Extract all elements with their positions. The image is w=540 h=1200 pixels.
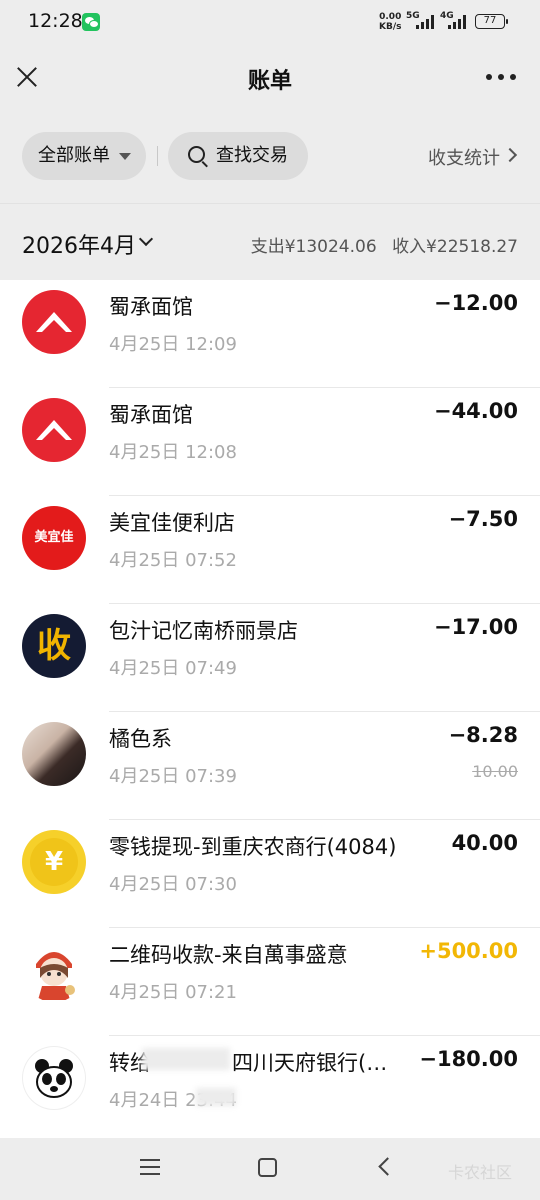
- merchant-name: 四川天府银行(…: [232, 1051, 388, 1075]
- transaction-row[interactable]: ¥ 零钱提现-到重庆农商行(4084) 4月25日 07:30 40.00: [0, 820, 540, 928]
- transaction-time: 4月25日 07:52: [109, 550, 237, 571]
- watermark: 卡农社区: [448, 1163, 513, 1182]
- more-options-icon[interactable]: [486, 74, 518, 82]
- search-transactions-button[interactable]: 查找交易: [168, 132, 308, 180]
- transaction-row[interactable]: 转给 四川天府银行(… 4月24日 23:44 −180.00: [0, 1036, 540, 1138]
- transaction-row[interactable]: 橘色系 4月25日 07:39 −8.28 10.00: [0, 712, 540, 820]
- search-label: 查找交易: [216, 145, 288, 166]
- status-time: 12:28: [28, 10, 83, 32]
- income-expense-stats-link[interactable]: 收支统计: [428, 144, 500, 170]
- merchant-name: 橘色系: [109, 727, 172, 751]
- transaction-row[interactable]: 美宜佳 美宜佳便利店 4月25日 07:52 −7.50: [0, 496, 540, 604]
- month-totals: 支出¥13024.06 收入¥22518.27: [241, 232, 518, 257]
- change-wallet-icon: ¥: [22, 830, 86, 894]
- income-total: 收入¥22518.27: [392, 237, 518, 257]
- transaction-time: 4月25日 07:21: [109, 982, 237, 1003]
- wechat-notification-icon: [82, 13, 100, 31]
- transaction-time: 4月25日 12:09: [109, 334, 237, 355]
- avatar: [22, 938, 86, 1002]
- merchant-logo: 收: [22, 614, 86, 678]
- transaction-time: 4月25日 07:39: [109, 766, 237, 787]
- transaction-row[interactable]: 二维码收款-来自萬事盛意 4月25日 07:21 +500.00: [0, 928, 540, 1036]
- battery-icon: 77: [475, 14, 508, 29]
- merchant-logo: 美宜佳: [22, 506, 86, 570]
- yuan-icon: ¥: [30, 838, 78, 886]
- recent-apps-icon[interactable]: [140, 1159, 160, 1175]
- transaction-amount: −12.00: [433, 291, 518, 315]
- search-icon: [188, 146, 205, 163]
- transaction-amount: 40.00: [451, 831, 518, 855]
- merchant-name: 美宜佳便利店: [109, 511, 235, 535]
- redacted-name: [142, 1048, 230, 1070]
- merchant-logo: [22, 398, 86, 462]
- panda-avatar-icon: [22, 1046, 86, 1110]
- merchant-name: 包汁记忆南桥丽景店: [109, 619, 298, 643]
- transaction-row[interactable]: 收 包汁记忆南桥丽景店 4月25日 07:49 −17.00: [0, 604, 540, 712]
- transaction-amount: −17.00: [433, 615, 518, 639]
- expense-total: 支出¥13024.06: [250, 237, 377, 257]
- transaction-row[interactable]: 蜀承面馆 4月25日 12:08 −44.00: [0, 388, 540, 496]
- transaction-list: 蜀承面馆 4月25日 12:09 −12.00 蜀承面馆 4月25日 12:08…: [0, 280, 540, 1138]
- divider: [157, 146, 158, 166]
- system-navigation-bar: 卡农社区: [0, 1138, 540, 1200]
- transaction-row[interactable]: 蜀承面馆 4月25日 12:09 −12.00: [0, 280, 540, 388]
- transaction-time: 4月25日 12:08: [109, 442, 237, 463]
- transaction-time: 4月25日 07:49: [109, 658, 237, 679]
- merchant-logo: [22, 290, 86, 354]
- month-summary: 2026年4月 支出¥13024.06 收入¥22518.27: [0, 203, 540, 280]
- merchant-name: 零钱提现-到重庆农商行(4084): [109, 835, 397, 859]
- caret-down-icon: [119, 153, 131, 160]
- chevron-right-icon: [502, 147, 518, 163]
- all-bills-dropdown[interactable]: 全部账单: [22, 132, 146, 180]
- avatar: [22, 722, 86, 786]
- chevron-down-icon[interactable]: [138, 231, 154, 247]
- transaction-amount: +500.00: [419, 939, 518, 963]
- signal-icon: [448, 13, 470, 29]
- merchant-name: 二维码收款-来自萬事盛意: [109, 943, 348, 967]
- home-icon[interactable]: [258, 1158, 277, 1177]
- merchant-name: 蜀承面馆: [109, 403, 193, 427]
- filter-bar: 全部账单 查找交易 收支统计: [0, 114, 540, 202]
- month-selector[interactable]: 2026年4月: [22, 228, 136, 260]
- all-bills-label: 全部账单: [38, 145, 110, 166]
- original-amount: 10.00: [472, 762, 518, 781]
- status-bar: 12:28 0.00 KB/s 5G 4G 77: [0, 0, 540, 44]
- transaction-amount: −8.28: [448, 723, 518, 747]
- transaction-amount: −7.50: [448, 507, 518, 531]
- page-title: 账单: [247, 69, 292, 94]
- signal-icon: [416, 13, 438, 29]
- network-speed: 0.00 KB/s: [379, 12, 402, 32]
- page-header: 账单: [0, 44, 540, 114]
- transaction-time: 4月25日 07:30: [109, 874, 237, 895]
- merchant-name: 蜀承面馆: [109, 295, 193, 319]
- back-icon[interactable]: [378, 1157, 397, 1176]
- transaction-amount: −180.00: [419, 1047, 518, 1071]
- transaction-amount: −44.00: [433, 399, 518, 423]
- redacted-time: [196, 1088, 236, 1106]
